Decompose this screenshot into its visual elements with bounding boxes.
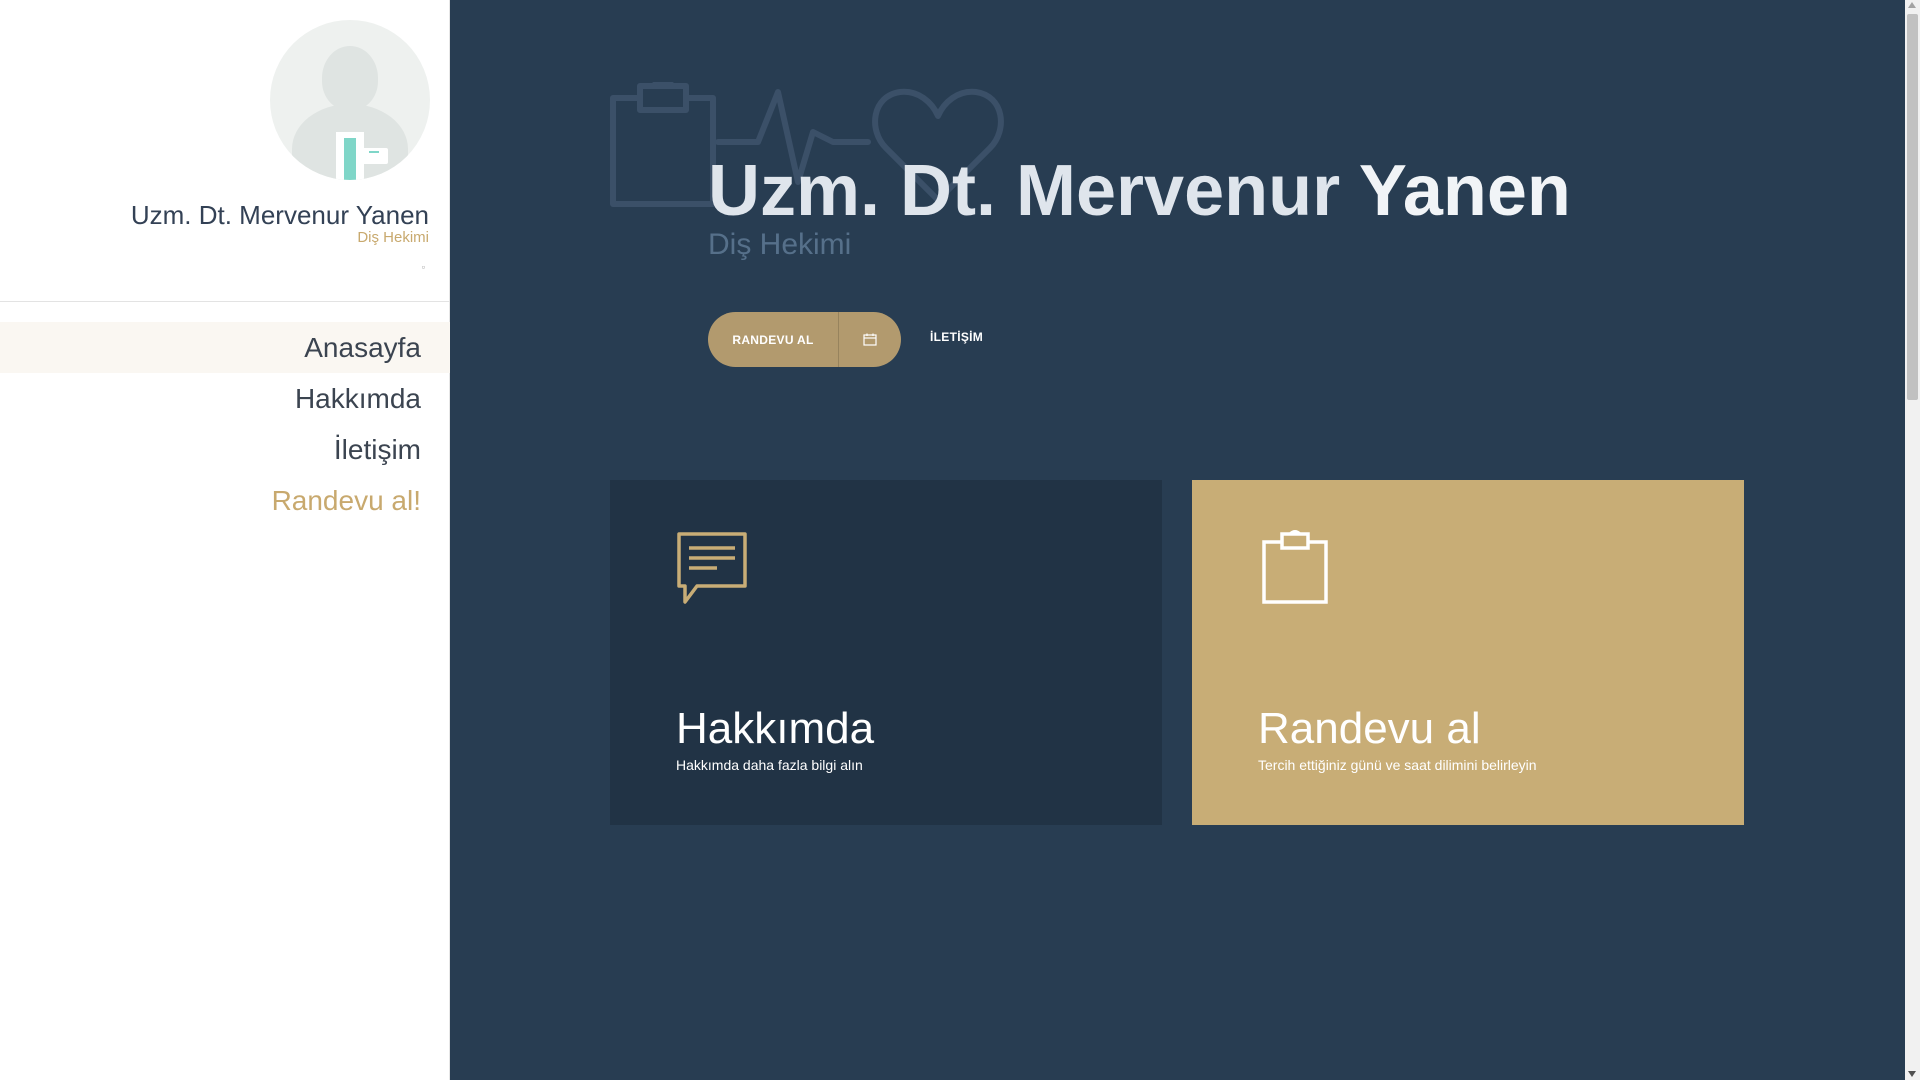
chat-bubble-icon — [677, 532, 747, 604]
clipboard-icon — [1262, 530, 1328, 604]
appointment-button[interactable]: RANDEVU AL — [708, 312, 901, 367]
contact-link[interactable]: İLETİŞİM — [930, 330, 983, 344]
nav-item-about[interactable]: Hakkımda — [0, 373, 454, 424]
doctor-avatar — [270, 20, 430, 180]
scroll-down-arrow-icon[interactable] — [1908, 1071, 1916, 1077]
clipboard-icon — [610, 82, 716, 207]
appointment-card[interactable]: Randevu al Tercih ettiğiniz günü ve saat… — [1192, 480, 1744, 825]
profile-name: Uzm. Dt. Mervenur Yanen — [130, 200, 429, 230]
about-card[interactable]: Hakkımda Hakkımda daha fazla bilgi alın — [610, 480, 1162, 825]
sidebar-divider — [0, 301, 450, 302]
appointment-card-description: Tercih ettiğiniz günü ve saat dilimini b… — [1258, 757, 1537, 773]
hero-subtitle: Diş Hekimi — [708, 228, 852, 261]
about-card-description: Hakkımda daha fazla bilgi alın — [676, 757, 863, 773]
scroll-thumb[interactable] — [1907, 14, 1918, 400]
main-content: Uzm. Dt. Mervenur Yanen Diş Hekimi RANDE… — [450, 0, 1905, 1080]
appointment-card-title: Randevu al — [1258, 704, 1481, 753]
small-square-icon: ▫ — [421, 262, 425, 272]
profile-title: Diş Hekimi — [357, 229, 429, 246]
calendar-icon — [839, 333, 901, 346]
scroll-up-arrow-icon[interactable] — [1908, 2, 1916, 8]
sidebar: Uzm. Dt. Mervenur Yanen Diş Hekimi ▫ Ana… — [0, 0, 454, 1080]
nav-item-appointment[interactable]: Randevu al! — [0, 475, 454, 526]
sidebar-nav: Anasayfa Hakkımda İletişim Randevu al! — [0, 322, 454, 526]
hero-title: Uzm. Dt. Mervenur Yanen — [708, 151, 1571, 231]
nav-item-contact[interactable]: İletişim — [0, 424, 454, 475]
page-scrollbar[interactable] — [1905, 0, 1920, 1080]
appointment-button-label: RANDEVU AL — [732, 332, 814, 347]
nav-item-home[interactable]: Anasayfa — [0, 322, 454, 373]
about-card-title: Hakkımda — [676, 704, 875, 753]
